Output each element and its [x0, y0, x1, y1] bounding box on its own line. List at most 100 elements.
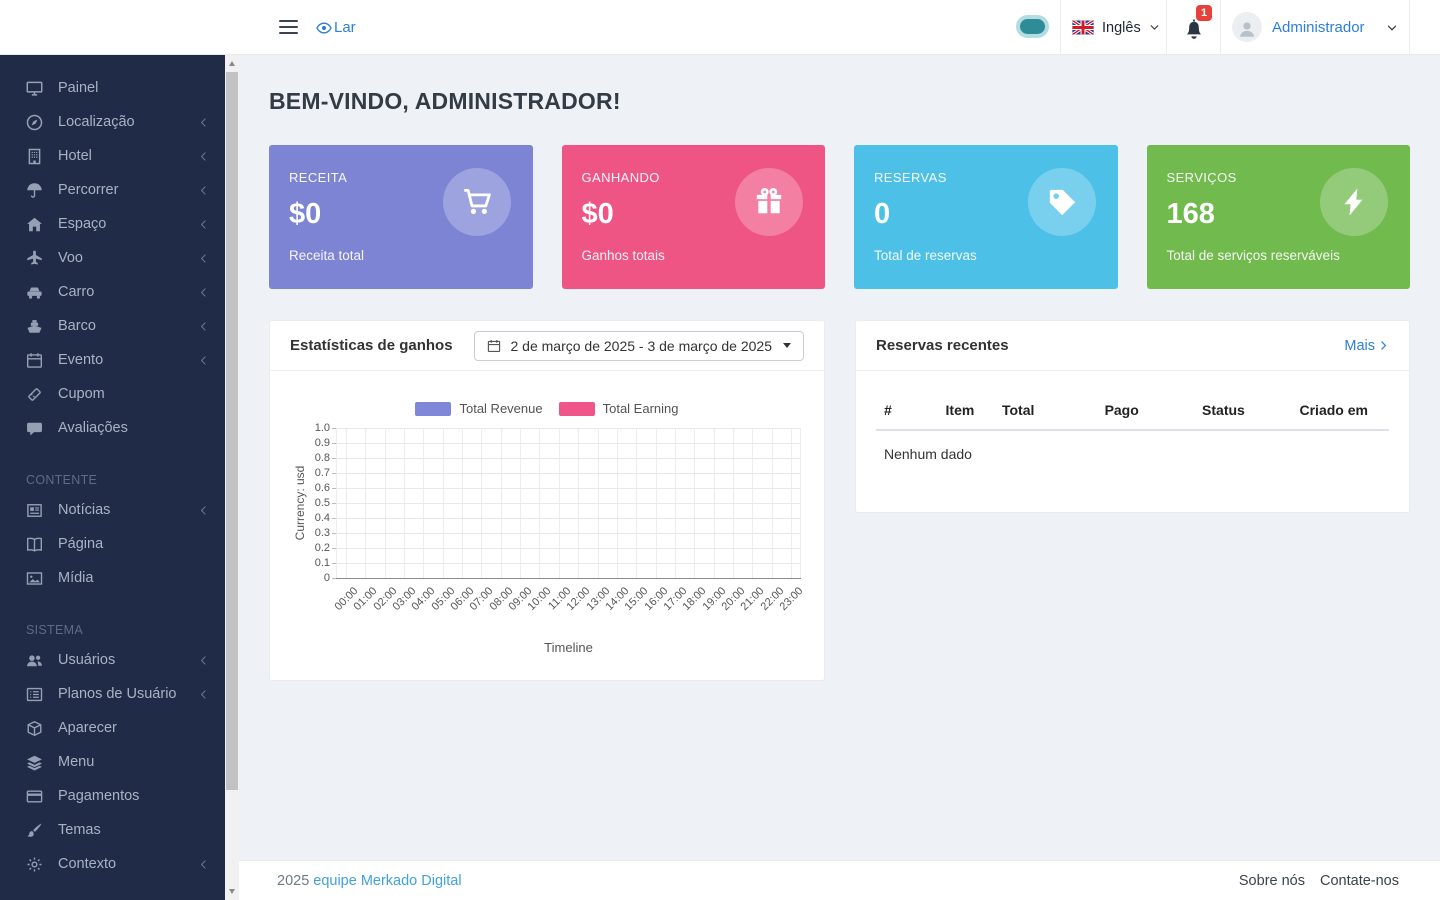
sidebar-item-evento[interactable]: Evento: [0, 343, 225, 377]
language-selector[interactable]: Inglês: [1072, 0, 1160, 55]
column-header-status: Status: [1194, 391, 1291, 430]
sidebar-item-label: Localização: [58, 114, 135, 130]
x-axis-title: Timeline: [336, 640, 801, 655]
user-menu-link[interactable]: Administrador: [1272, 0, 1365, 55]
chevron-left-icon: [198, 219, 209, 230]
sidebar-item-hotel[interactable]: Hotel: [0, 139, 225, 173]
sidebar-item-cupom[interactable]: Cupom: [0, 377, 225, 411]
y-tick-mark: [332, 473, 336, 474]
image-icon: [26, 570, 43, 587]
sidebar-item-pagina[interactable]: Página: [0, 527, 225, 561]
y-tick-mark: [332, 443, 336, 444]
footer-year: 2025: [277, 873, 309, 889]
copyright: 2025equipe Merkado Digital: [277, 873, 462, 889]
cart-icon: [462, 187, 492, 217]
notifications-button[interactable]: 1: [1181, 0, 1221, 55]
stat-card-sublabel: Receita total: [289, 248, 513, 263]
sidebar-item-contexto[interactable]: Contexto: [0, 847, 225, 881]
sidebar-item-avaliacoes[interactable]: Avaliações: [0, 411, 225, 445]
caret-down-icon: [783, 343, 791, 348]
sidebar-item-planos-de-usuario[interactable]: Planos de Usuário: [0, 677, 225, 711]
stat-card-reservas: RESERVAS0Total de reservas: [854, 145, 1118, 289]
footer-link-contact[interactable]: Contate-nos: [1320, 873, 1399, 889]
footer-link-about[interactable]: Sobre nós: [1239, 873, 1305, 889]
sidebar-toggle-button[interactable]: [279, 20, 298, 38]
sidebar-item-pagamentos[interactable]: Pagamentos: [0, 779, 225, 813]
ticket-icon: [26, 386, 43, 403]
earnings-panel: Estatísticas de ganhos 2 de março de 202…: [269, 320, 825, 681]
sidebar-item-painel[interactable]: Painel: [0, 71, 225, 105]
sidebar-item-voo[interactable]: Voo: [0, 241, 225, 275]
y-tick-mark: [332, 533, 336, 534]
gift-icon: [754, 187, 784, 217]
stat-card-icon-circle: [1028, 168, 1096, 236]
topbar: Lar Inglês 1 Administrador: [0, 0, 1440, 55]
sidebar-item-menu[interactable]: Menu: [0, 745, 225, 779]
stat-card-sublabel: Total de reservas: [874, 248, 1098, 263]
y-tick-mark: [332, 578, 336, 579]
sidebar-item-noticias[interactable]: Notícias: [0, 493, 225, 527]
date-range-picker[interactable]: 2 de março de 2025 - 3 de março de 2025: [474, 331, 804, 361]
sidebar-item-label: Cupom: [58, 386, 105, 402]
sidebar-item-temas[interactable]: Temas: [0, 813, 225, 847]
sidebar-item-aparecer[interactable]: Aparecer: [0, 711, 225, 745]
sidebar-item-label: Painel: [58, 80, 98, 96]
sidebar-item-label: Espaço: [58, 216, 106, 232]
divider: [1220, 0, 1221, 55]
sidebar-item-percorrer[interactable]: Percorrer: [0, 173, 225, 207]
sidebar-item-label: Pagamentos: [58, 788, 139, 804]
legend-label: Total Revenue: [459, 401, 542, 416]
chevron-left-icon: [198, 859, 209, 870]
sidebar-item-barco[interactable]: Barco: [0, 309, 225, 343]
team-link[interactable]: equipe Merkado Digital: [313, 873, 461, 889]
home-icon: [26, 216, 43, 233]
sidebar-item-midia[interactable]: Mídia: [0, 561, 225, 595]
avatar[interactable]: [1232, 12, 1262, 42]
divider: [1409, 0, 1410, 55]
gridline-horizontal: [336, 533, 801, 534]
sidebar-item-label: Contexto: [58, 856, 116, 872]
y-tick-label: 1.0: [296, 422, 330, 434]
sidebar-item-label: Evento: [58, 352, 103, 368]
legend-swatch: [559, 402, 595, 416]
bolt-icon: [1339, 187, 1369, 217]
x-axis-line: [336, 578, 801, 579]
sidebar-scrollbar[interactable]: [225, 55, 239, 900]
scroll-down-arrow-icon[interactable]: [229, 889, 235, 894]
stat-card-icon-circle: [1320, 168, 1388, 236]
page-title: BEM-VINDO, ADMINISTRADOR!: [269, 88, 1410, 115]
column-header-criado-em: Criado em: [1292, 391, 1390, 430]
users-icon: [26, 652, 43, 669]
tag-icon: [1047, 187, 1077, 217]
chevron-left-icon: [198, 505, 209, 516]
chevron-left-icon: [198, 321, 209, 332]
home-link-label: Lar: [334, 19, 356, 36]
theme-toggle-switch[interactable]: [1016, 15, 1049, 38]
y-tick-label: 0: [296, 572, 330, 584]
more-link[interactable]: Mais: [1344, 338, 1389, 354]
chevron-down-icon[interactable]: [1386, 22, 1398, 34]
sidebar-item-usuarios[interactable]: Usuários: [0, 643, 225, 677]
legend-item: Total Revenue: [415, 401, 542, 416]
chart-legend: Total Revenue Total Earning: [290, 401, 804, 416]
sidebar-item-carro[interactable]: Carro: [0, 275, 225, 309]
sidebar-item-label: Planos de Usuário: [58, 686, 177, 702]
y-tick-label: 0.9: [296, 437, 330, 449]
legend-label: Total Earning: [603, 401, 679, 416]
chevron-left-icon: [198, 253, 209, 264]
sidebar-item-espaco[interactable]: Espaço: [0, 207, 225, 241]
plane-icon: [26, 250, 43, 267]
home-link[interactable]: Lar: [316, 0, 356, 55]
sidebar-item-localizacao[interactable]: Localização: [0, 105, 225, 139]
scroll-up-arrow-icon[interactable]: [229, 61, 235, 66]
sidebar-item-label: Temas: [58, 822, 101, 838]
scrollbar-thumb[interactable]: [226, 72, 238, 790]
chevron-left-icon: [198, 185, 209, 196]
gridline-horizontal: [336, 428, 801, 429]
sidebar-item-label: Usuários: [58, 652, 115, 668]
y-tick-label: 0.2: [296, 542, 330, 554]
y-tick-label: 0.8: [296, 452, 330, 464]
layers-icon: [26, 754, 43, 771]
sidebar-item-label: Carro: [58, 284, 94, 300]
main-content: BEM-VINDO, ADMINISTRADOR! RECEITA$0Recei…: [239, 55, 1440, 860]
